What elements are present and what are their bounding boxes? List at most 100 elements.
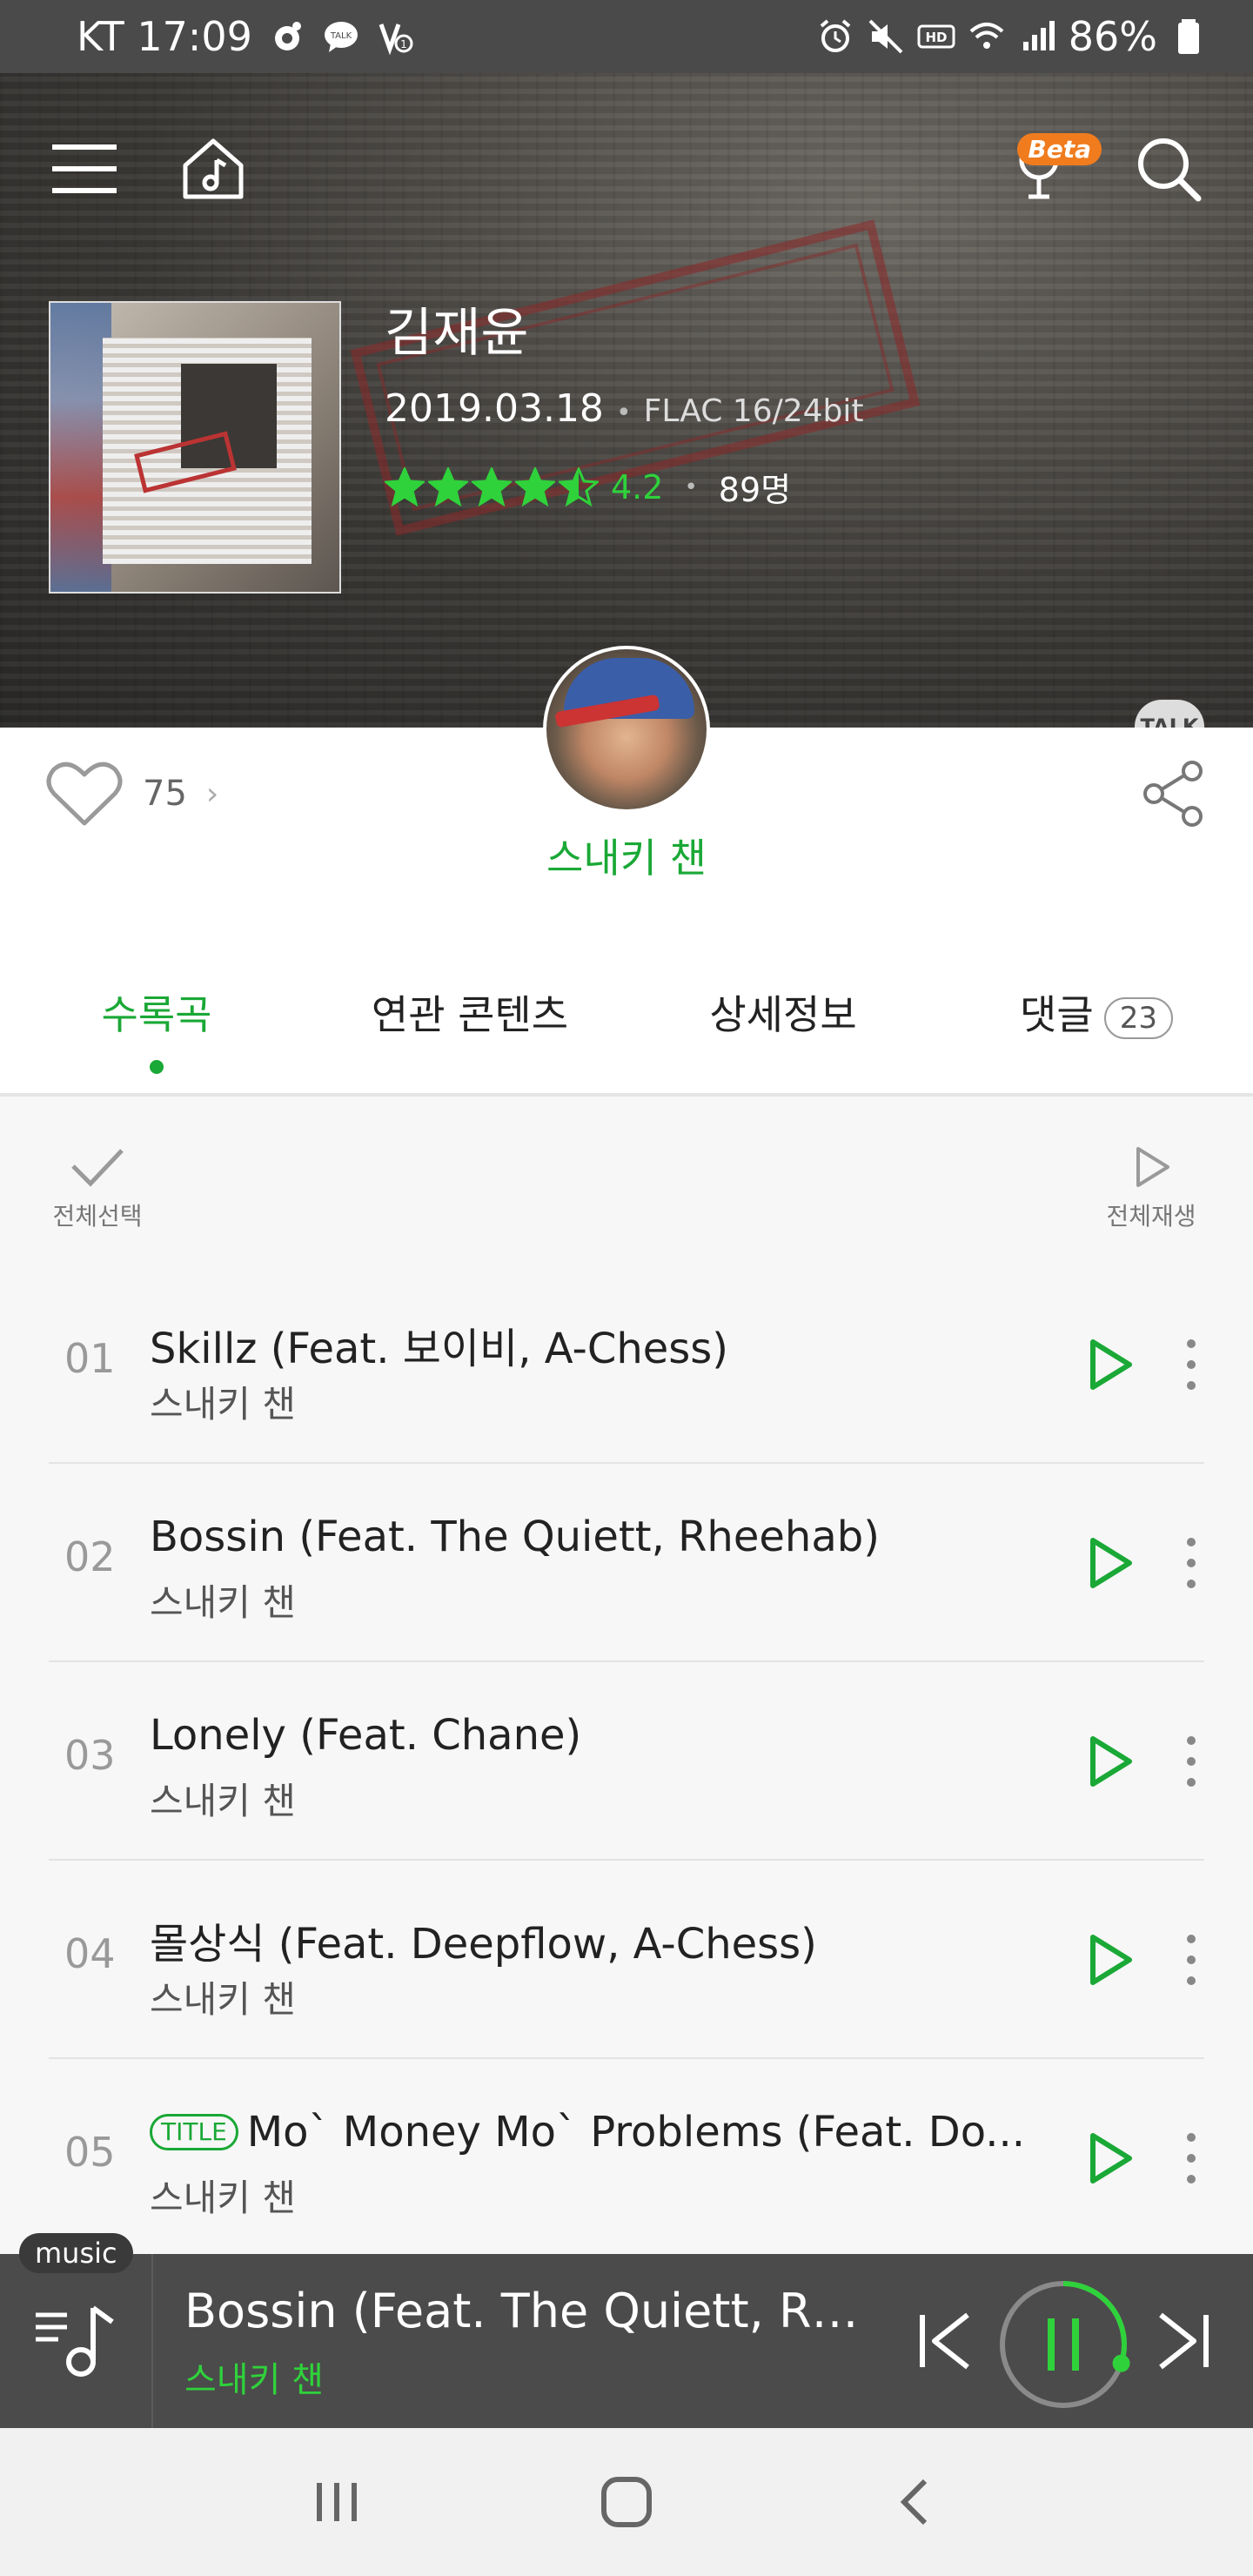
like-button[interactable]: 75 ›	[45, 759, 218, 828]
play-icon[interactable]	[1081, 1535, 1136, 1591]
star-icon	[472, 466, 512, 506]
star-rating	[385, 466, 599, 507]
meta-separator: •	[615, 398, 632, 428]
hd-icon: HD	[917, 24, 955, 49]
play-all-label: 전체재생	[1106, 1202, 1196, 1231]
previous-track-icon[interactable]	[910, 2306, 980, 2376]
rating-value: 4.2	[611, 467, 664, 506]
track-number: 03	[64, 1732, 116, 1779]
now-playing-artist[interactable]: 스내키 챈	[184, 2351, 324, 2402]
artist-avatar[interactable]	[543, 646, 710, 813]
menu-button[interactable]	[45, 130, 124, 208]
active-tab-indicator	[150, 1060, 164, 1074]
track-number: 04	[64, 1930, 116, 1977]
track-row[interactable]: 03 Lonely (Feat. Chane) 스내키 챈	[49, 1662, 1204, 1861]
more-options-icon[interactable]	[1178, 1932, 1204, 1988]
music-app-badge: music	[19, 2233, 133, 2273]
track-number: 02	[64, 1533, 116, 1580]
play-all-button[interactable]: 전체재생	[1095, 1145, 1208, 1232]
top-actions: Beta	[45, 125, 1208, 212]
album-title: 김재윤	[385, 303, 529, 364]
share-button[interactable]	[1138, 759, 1208, 828]
search-icon	[1138, 138, 1202, 202]
more-options-icon[interactable]	[1178, 1535, 1204, 1591]
list-controls: 전체선택 전체재생	[0, 1100, 1253, 1265]
track-artist[interactable]: 스내키 챈	[150, 1772, 296, 1825]
talk-button[interactable]: TALK	[1135, 700, 1204, 728]
more-options-icon[interactable]	[1178, 2130, 1204, 2186]
rating-row[interactable]: 4.2 • 89명	[385, 463, 791, 511]
track-title-text: Mo` Money Mo` Problems (Feat. Do...	[246, 2108, 1025, 2157]
track-title[interactable]: TITLE Mo` Money Mo` Problems (Feat. Do...	[150, 2108, 1072, 2157]
search-button[interactable]	[1129, 130, 1208, 208]
track-title-text: Bossin (Feat. The Quiett, Rheehab)	[150, 1513, 880, 1561]
track-artist[interactable]: 스내키 챈	[150, 1375, 296, 1428]
svg-text:HD: HD	[925, 30, 947, 45]
chevron-right-icon: ›	[205, 775, 219, 812]
signal-icon	[1022, 21, 1055, 50]
tab-label: 댓글	[1020, 991, 1094, 1038]
track-title[interactable]: Bossin (Feat. The Quiett, Rheehab)	[150, 1513, 1072, 1561]
tab-bar: 수록곡 연관 콘텐츠 상세정보 댓글 23	[0, 966, 1253, 1097]
playlist-button[interactable]	[0, 2254, 153, 2428]
home-nav-button[interactable]	[583, 2459, 670, 2546]
track-number: 05	[64, 2129, 116, 2176]
alarm-icon	[820, 19, 851, 52]
play-icon[interactable]	[1081, 1932, 1136, 1988]
star-icon	[559, 466, 599, 506]
title-track-badge: TITLE	[150, 2114, 238, 2150]
track-artist[interactable]: 스내키 챈	[150, 2169, 296, 2222]
play-icon[interactable]	[1081, 1734, 1136, 1789]
track-row[interactable]: 02 Bossin (Feat. The Quiett, Rheehab) 스내…	[49, 1464, 1204, 1662]
home-button[interactable]	[174, 130, 252, 208]
battery-percent: 86%	[1068, 13, 1157, 60]
pause-button[interactable]	[994, 2275, 1133, 2414]
audio-format: FLAC 16/24bit	[643, 393, 864, 429]
track-artist[interactable]: 스내키 챈	[150, 1970, 296, 2023]
share-icon	[1143, 761, 1203, 827]
home-nav-icon	[600, 2477, 652, 2527]
system-nav-bar	[0, 2428, 1253, 2576]
artist-name[interactable]: 스내키 챈	[0, 827, 1253, 884]
now-playing-title[interactable]: Bossin (Feat. The Quiett, Rh...	[184, 2284, 863, 2338]
wifi-icon	[969, 23, 1004, 49]
mute-icon	[868, 19, 903, 54]
tab-tracks[interactable]: 수록곡	[0, 966, 313, 1093]
play-icon[interactable]	[1081, 1337, 1136, 1392]
svg-text:TALK: TALK	[330, 31, 352, 41]
rating-separator: •	[684, 473, 698, 500]
tab-comments[interactable]: 댓글 23	[940, 966, 1253, 1093]
mini-player[interactable]: Bossin (Feat. The Quiett, Rh... 스내키 챈	[0, 2254, 1253, 2428]
back-button[interactable]	[873, 2459, 960, 2546]
voice-search-button[interactable]: Beta	[990, 130, 1103, 208]
more-options-icon[interactable]	[1178, 1734, 1204, 1789]
track-title-text: 몰상식 (Feat. Deepflow, A-Chess)	[150, 1920, 817, 1969]
album-meta: 2019.03.18 • FLAC 16/24bit	[385, 386, 864, 431]
track-number: 01	[64, 1335, 116, 1382]
tab-related-content[interactable]: 연관 콘텐츠	[313, 966, 626, 1093]
play-icon[interactable]	[1081, 2130, 1136, 2186]
hamburger-icon	[52, 144, 117, 193]
track-title-text: Skillz (Feat. 보이비, A-Chess)	[150, 1325, 729, 1373]
more-options-icon[interactable]	[1178, 1337, 1204, 1392]
next-track-icon[interactable]	[1149, 2306, 1218, 2376]
track-title[interactable]: Lonely (Feat. Chane)	[150, 1711, 1072, 1760]
track-row[interactable]: 04 몰상식 (Feat. Deepflow, A-Chess) 스내키 챈	[49, 1861, 1204, 2059]
track-title[interactable]: 몰상식 (Feat. Deepflow, A-Chess)	[150, 1909, 1072, 1970]
track-row[interactable]: 01 Skillz (Feat. 보이비, A-Chess) 스내키 챈	[49, 1265, 1204, 1464]
track-artist[interactable]: 스내키 챈	[150, 1573, 296, 1627]
comment-count-badge: 23	[1103, 996, 1173, 1039]
select-all-button[interactable]: 전체선택	[45, 1145, 150, 1232]
status-bar: KT 17:09 TALK 1 HD 86%	[0, 0, 1253, 73]
tab-details[interactable]: 상세정보	[626, 966, 940, 1093]
track-row[interactable]: 05 TITLE Mo` Money Mo` Problems (Feat. Do…	[49, 2059, 1204, 2257]
album-cover[interactable]	[49, 301, 341, 594]
release-date: 2019.03.18	[385, 386, 604, 431]
recent-apps-button[interactable]	[293, 2459, 380, 2546]
recent-apps-icon	[316, 2483, 357, 2521]
tab-label-wrap: 댓글 23	[1020, 983, 1173, 1041]
track-title[interactable]: Skillz (Feat. 보이비, A-Chess)	[150, 1314, 1072, 1375]
svg-text:1: 1	[400, 38, 407, 50]
track-title-text: Lonely (Feat. Chane)	[150, 1711, 582, 1760]
talk-notification-icon: TALK	[324, 22, 358, 52]
